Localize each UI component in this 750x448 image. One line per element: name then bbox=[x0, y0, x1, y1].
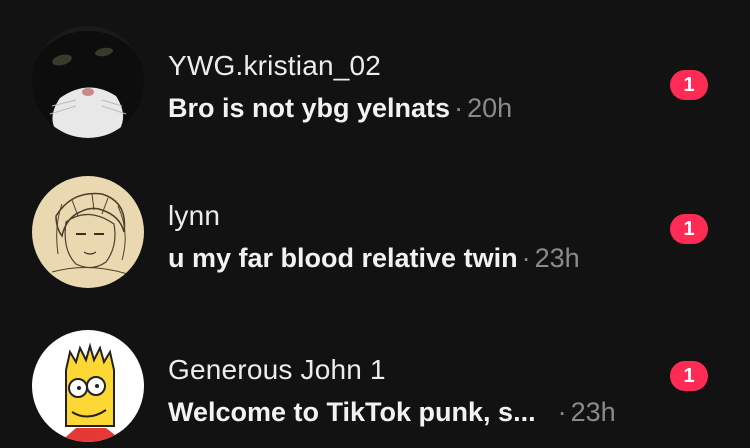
conversation-text: Generous John 1 Welcome to TikTok punk, … bbox=[168, 352, 640, 430]
conversation-text: YWG.kristian_02 Bro is not ybg yelnats · 2… bbox=[168, 48, 640, 126]
unread-badge: 1 bbox=[670, 361, 708, 391]
contact-name: Generous John 1 bbox=[168, 354, 386, 385]
message-preview: Bro is not ybg yelnats · 20h bbox=[168, 90, 640, 126]
timestamp: 23h bbox=[570, 397, 616, 427]
message-text: Bro is not ybg yelnats bbox=[168, 93, 451, 123]
cat-avatar-icon[interactable] bbox=[32, 26, 144, 138]
message-text: Welcome to TikTok punk, s... bbox=[168, 397, 536, 427]
conversation-row[interactable]: Generous John 1 Welcome to TikTok punk, … bbox=[0, 304, 750, 448]
sketch-avatar-icon[interactable] bbox=[32, 176, 144, 288]
separator-dot: · bbox=[557, 397, 567, 427]
timestamp: 23h bbox=[534, 243, 580, 273]
conversation-row[interactable]: YWG.kristian_02 Bro is not ybg yelnats · 2… bbox=[0, 0, 750, 144]
contact-name: lynn bbox=[168, 200, 221, 231]
conversation-list: YWG.kristian_02 Bro is not ybg yelnats · 2… bbox=[0, 0, 750, 448]
message-text: u my far blood relative twin bbox=[168, 243, 518, 273]
conversation-text: lynn u my far blood relative twin · 23h bbox=[168, 198, 640, 276]
contact-name: YWG.kristian_02 bbox=[168, 50, 382, 81]
bart-avatar-icon[interactable] bbox=[32, 330, 144, 442]
separator-dot: · bbox=[521, 243, 531, 273]
message-preview: u my far blood relative twin · 23h bbox=[168, 240, 640, 276]
conversation-row[interactable]: lynn u my far blood relative twin · 23h 1 bbox=[0, 150, 750, 294]
unread-badge: 1 bbox=[670, 214, 708, 244]
timestamp: 20h bbox=[467, 93, 513, 123]
separator-dot: · bbox=[454, 93, 464, 123]
message-preview: Welcome to TikTok punk, s... · 23h bbox=[168, 394, 640, 430]
unread-badge: 1 bbox=[670, 70, 708, 100]
